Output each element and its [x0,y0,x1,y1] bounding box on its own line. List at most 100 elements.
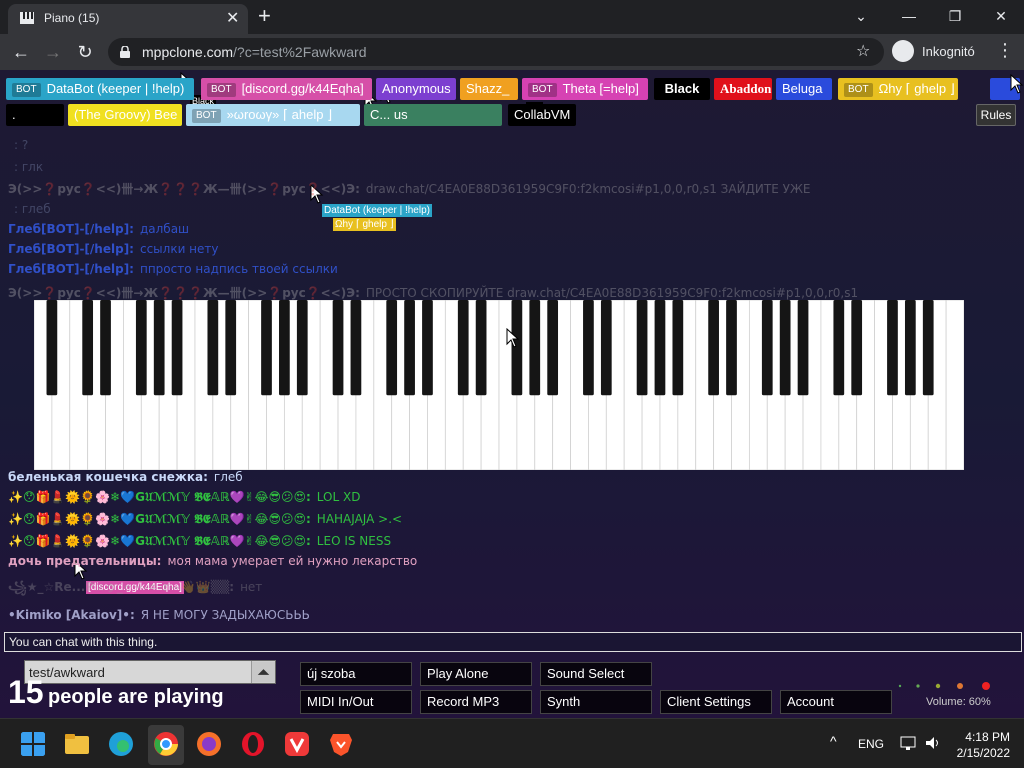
row1-user-tag[interactable]: Beluga [776,78,832,100]
black-key[interactable] [404,300,415,396]
back-icon[interactable]: ← [8,40,34,64]
chat-author: Глеб[BOT]-[/help]: [8,262,134,276]
black-key[interactable] [583,300,594,396]
row1-user-tag[interactable]: Abaddon [714,78,772,100]
language-indicator[interactable]: ENG [858,737,884,751]
edge-icon[interactable] [108,731,134,757]
black-key[interactable] [457,300,469,396]
record-mp3-button[interactable]: Record MP3 [420,690,532,714]
taskbar-clock[interactable]: 4:18 PM 2/15/2022 [948,729,1010,761]
volume-icon[interactable] [924,735,942,751]
black-key[interactable] [350,300,362,396]
row1-user-tag[interactable]: BOT Theta [=help] [522,78,648,100]
cursor-icon [506,328,520,348]
minimize-icon[interactable]: — [894,4,924,28]
black-key[interactable] [296,300,308,396]
black-key[interactable] [887,300,898,396]
black-key[interactable] [833,300,845,396]
chat-message: ✨😯🎁💄🌞🌻🌸❄💙G𝔘ℳℳ𝕐 𝕭𝕰𝔸ℝ💜✌😂😎😕😍: LEO IS NESS [8,534,391,549]
user-tag-name: (The Groovy) Bee [74,107,178,122]
synth-button[interactable]: Synth [540,690,652,714]
row2-user-tag[interactable]: (The Groovy) Bee [68,104,182,126]
bookmark-star-icon[interactable]: ☆ [856,41,870,61]
chat-input[interactable]: You can chat with this thing. [4,632,1022,652]
forward-icon[interactable]: → [40,40,66,64]
black-key[interactable] [225,300,237,396]
black-key[interactable] [46,300,58,396]
row2-user-tag[interactable]: CollabVM [508,104,576,126]
restore-icon[interactable]: ❐ [940,4,970,28]
row1-user-tag[interactable]: BOT Ωhy ⌈ ghelp ⌋ [838,78,958,100]
row1-user-tag[interactable]: BOT DataBot (keeper | !help) [6,78,194,100]
browser-menu-icon[interactable]: ⋮ [996,40,1014,61]
black-key[interactable] [636,300,648,396]
volume-slider[interactable] [896,676,996,696]
black-key[interactable] [422,300,433,396]
chrome-icon[interactable] [153,731,179,757]
black-key[interactable] [904,300,916,396]
black-key[interactable] [547,300,559,396]
reload-icon[interactable]: ↻ [72,40,98,64]
black-key[interactable] [386,300,398,396]
room-dropdown-arrow-icon[interactable] [251,661,275,683]
black-key[interactable] [82,300,94,396]
firefox-icon[interactable] [196,731,222,757]
black-key[interactable] [708,300,719,396]
row1-user-tag[interactable]: Shazz_ [460,78,518,100]
chat-text: ПРОСТО СКОПИРУЙТЕ draw.chat/C4EA0E88D361… [365,286,859,300]
tab-close-icon[interactable]: ✕ [226,8,239,28]
chat-message: •Kimiko [Akaiov]•: Я НЕ МОГУ ЗАДЫХАЮСЬЬЬ [8,608,310,622]
black-key[interactable] [851,300,863,396]
file-explorer-icon[interactable] [64,731,90,757]
white-key[interactable] [945,300,964,470]
client-settings-button[interactable]: Client Settings [660,690,772,714]
row1-user-tag[interactable]: Anonymous [376,78,456,100]
black-key[interactable] [529,300,541,396]
row1-user-tag[interactable]: Black [654,78,710,100]
black-key[interactable] [475,300,487,396]
volume-label: Volume: 60% [926,696,991,708]
row1-user-tag[interactable]: BOT [discord.gg/k44Eqha] [201,78,372,100]
network-icon[interactable] [900,735,918,751]
piano-keyboard[interactable] [34,300,964,470]
chat-author: Э(>>❓рус❓<<)卌→Ж❓❓❓Ж—卌(>>❓рус❓<<)Э: [8,286,360,300]
incognito-indicator[interactable]: Inkognitó [892,40,992,64]
browser-tab[interactable]: Piano (15) ✕ [8,4,248,34]
midi-button[interactable]: MIDI In/Out [300,690,412,714]
play-alone-button[interactable]: Play Alone [420,662,532,686]
black-key[interactable] [279,300,290,396]
tray-chevron-icon[interactable]: ^ [830,733,837,749]
black-key[interactable] [207,300,219,396]
brave-icon[interactable] [328,731,354,757]
windows-start-icon[interactable] [20,731,46,757]
window-close-icon[interactable]: ✕ [986,4,1016,28]
black-key[interactable] [100,300,111,396]
black-key[interactable] [726,300,737,396]
black-key[interactable] [600,300,612,396]
address-bar[interactable]: mppclone.com/?c=test%2Fawkward ☆ [108,38,884,66]
black-key[interactable] [153,300,165,396]
vivaldi-icon[interactable] [284,731,310,757]
black-key[interactable] [332,300,344,396]
black-key[interactable] [797,300,809,396]
black-key[interactable] [261,300,272,396]
tab-search-chevron-icon[interactable]: ⌄ [846,4,876,28]
black-key[interactable] [761,300,773,396]
black-key[interactable] [171,300,183,396]
rules-button[interactable]: Rules [976,104,1016,126]
row2-user-tag[interactable]: . [6,104,64,126]
black-key[interactable] [135,300,147,396]
black-key[interactable] [672,300,684,396]
opera-icon[interactable] [240,731,266,757]
black-key[interactable] [654,300,666,396]
black-key[interactable] [779,300,791,396]
row2-user-tag[interactable]: BOT »ωroωγ» ⌈ ahelp ⌋ [186,104,360,126]
account-button[interactable]: Account [780,690,892,714]
new-tab-icon[interactable]: + [258,4,271,28]
chat-author: ꧁★_☆Re...P☠ゥ_⌐~-=-r—👋👑▒▒: [8,580,235,594]
row2-user-tag[interactable]: C... us [364,104,502,126]
black-key[interactable] [922,300,934,396]
sound-select-button[interactable]: Sound Select [540,662,652,686]
browser-title-bar: Piano (15) ✕ + ⌄ — ❐ ✕ [0,0,1024,34]
new-room-button[interactable]: új szoba [300,662,412,686]
